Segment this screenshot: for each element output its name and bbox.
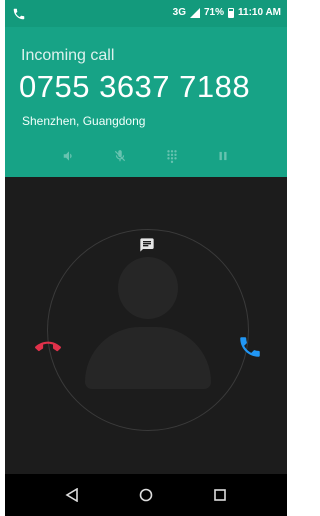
- battery-icon: [228, 7, 235, 18]
- dialpad-icon[interactable]: [165, 149, 179, 163]
- home-icon: [139, 488, 153, 502]
- navigation-bar: [5, 474, 287, 516]
- signal-icon: [190, 7, 200, 18]
- phone-icon: [13, 8, 25, 20]
- avatar-head: [118, 257, 178, 319]
- call-state-label: Incoming call: [21, 47, 115, 64]
- back-button[interactable]: [64, 487, 80, 503]
- call-header: Incoming call 0755 3637 7188 Shenzhen, G…: [5, 27, 287, 177]
- answer-area: [5, 177, 287, 474]
- clock: 11:10 AM: [238, 7, 281, 18]
- status-bar: 3G 71% 11:10 AM: [5, 0, 287, 27]
- incoming-call-screen: 3G 71% 11:10 AM Incoming call 0755 3637 …: [5, 0, 287, 516]
- answer-icon[interactable]: [237, 334, 263, 360]
- network-type: 3G: [172, 7, 186, 18]
- mute-icon[interactable]: [113, 149, 127, 163]
- speaker-icon[interactable]: [62, 149, 76, 163]
- home-button[interactable]: [138, 487, 154, 503]
- back-icon: [65, 488, 78, 502]
- hold-icon[interactable]: [216, 149, 230, 163]
- recents-icon: [214, 489, 226, 501]
- message-icon[interactable]: [139, 237, 155, 253]
- call-controls: [5, 143, 287, 169]
- caller-location: Shenzhen, Guangdong: [22, 114, 146, 128]
- caller-number: 0755 3637 7188: [19, 69, 251, 104]
- battery-percent: 71%: [204, 7, 225, 18]
- decline-icon[interactable]: [35, 334, 61, 360]
- recents-button[interactable]: [212, 487, 228, 503]
